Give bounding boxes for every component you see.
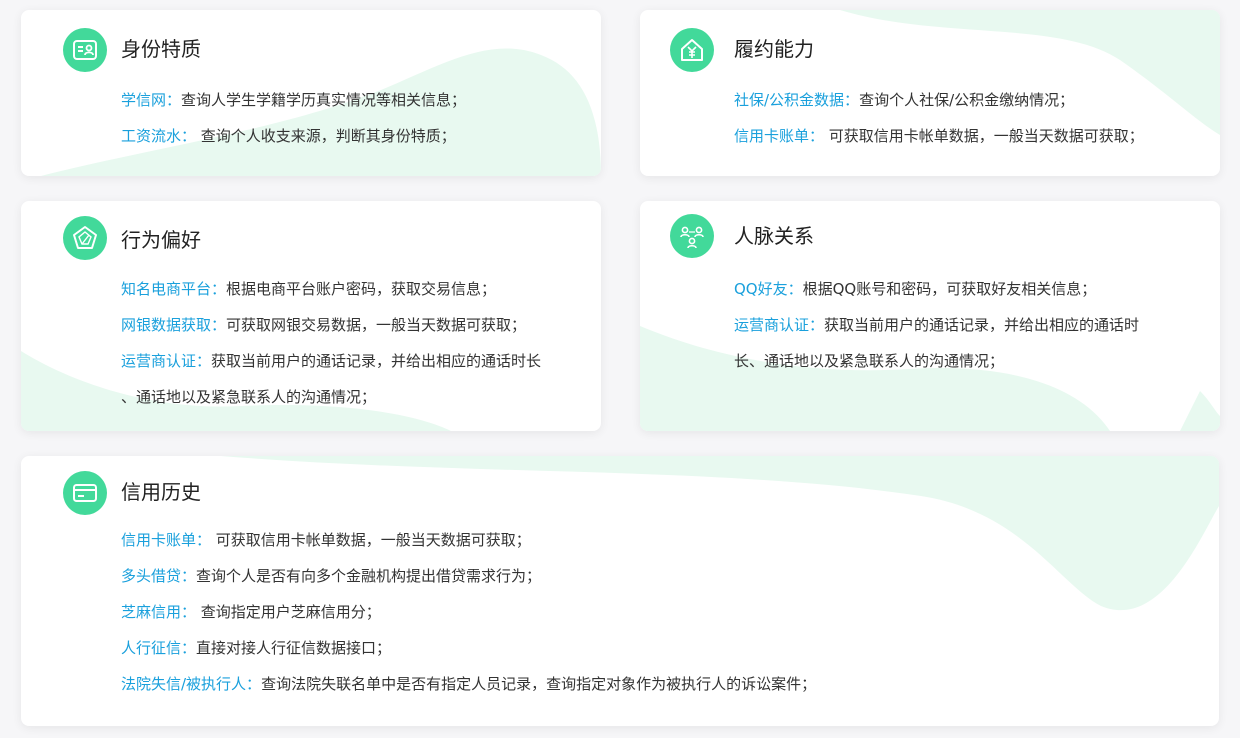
id-card-icon [63, 28, 107, 72]
info-row: 网银数据获取：可获取网银交易数据，一般当天数据可获取； [121, 316, 527, 334]
info-row: 信用卡账单： 可获取信用卡帐单数据，一般当天数据可获取； [734, 127, 1144, 145]
card-title: 人脉关系 [734, 224, 814, 248]
info-row: QQ好友：根据QQ账号和密码，可获取好友相关信息； [734, 280, 1097, 298]
card-credit-history: 信用历史 信用卡账单： 可获取信用卡帐单数据，一般当天数据可获取； 多头借贷：查… [21, 456, 1219, 726]
card-title: 身份特质 [121, 37, 201, 61]
info-row: 信用卡账单： 可获取信用卡帐单数据，一般当天数据可获取； [121, 531, 531, 549]
info-row: 学信网：查询人学生学籍学历真实情况等相关信息； [121, 91, 467, 109]
credit-card-icon [63, 471, 107, 515]
info-row: 运营商认证：获取当前用户的通话记录，并给出相应的通话时长 [121, 352, 542, 370]
card-title: 信用历史 [121, 480, 201, 504]
info-row-continued: 长、通话地以及紧急联系人的沟通情况； [734, 352, 1005, 370]
pentagon-icon [63, 216, 107, 260]
info-row: 社保/公积金数据：查询个人社保/公积金缴纳情况； [734, 91, 1075, 109]
card-title: 行为偏好 [121, 228, 201, 252]
info-row: 工资流水： 查询个人收支来源，判断其身份特质； [121, 127, 456, 145]
card-performance: 履约能力 社保/公积金数据：查询个人社保/公积金缴纳情况； 信用卡账单： 可获取… [640, 10, 1220, 176]
card-title: 履约能力 [734, 37, 814, 61]
info-row: 芝麻信用： 查询指定用户芝麻信用分； [121, 603, 381, 621]
info-row: 多头借贷：查询个人是否有向多个金融机构提出借贷需求行为； [121, 567, 542, 585]
info-row: 知名电商平台：根据电商平台账户密码，获取交易信息； [121, 280, 497, 298]
contacts-network-icon [670, 214, 714, 258]
info-row-continued: 、通话地以及紧急联系人的沟通情况； [121, 388, 377, 406]
info-row: 人行征信：直接对接人行征信数据接口； [121, 639, 392, 657]
card-network: 人脉关系 QQ好友：根据QQ账号和密码，可获取好友相关信息； 运营商认证：获取当… [640, 201, 1220, 431]
info-row: 运营商认证：获取当前用户的通话记录，并给出相应的通话时 [734, 316, 1140, 334]
card-behavior: 行为偏好 知名电商平台：根据电商平台账户密码，获取交易信息； 网银数据获取：可获… [21, 201, 601, 431]
info-row: 法院失信/被执行人：查询法院失联名单中是否有指定人员记录，查询指定对象作为被执行… [121, 675, 817, 693]
card-identity: 身份特质 学信网：查询人学生学籍学历真实情况等相关信息； 工资流水： 查询个人收… [21, 10, 601, 176]
house-yen-icon [670, 28, 714, 72]
